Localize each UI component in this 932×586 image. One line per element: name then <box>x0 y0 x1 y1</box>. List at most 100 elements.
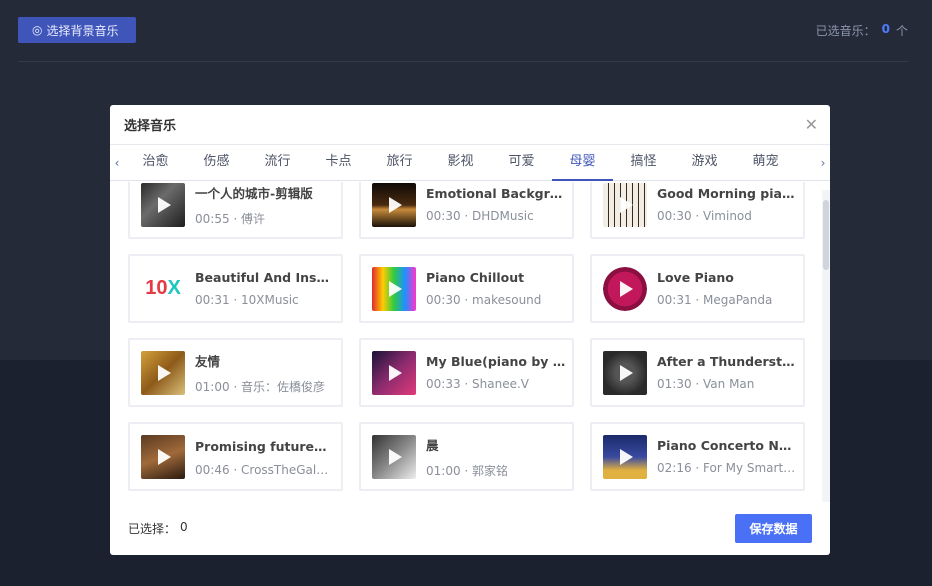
play-icon[interactable] <box>620 364 633 381</box>
play-icon[interactable] <box>389 280 402 297</box>
song-cover: 10X <box>141 266 185 311</box>
song-meta: Emotional Backgrou... 00:30 · DHDMusic <box>426 186 566 223</box>
song-title: Piano Concerto No. ... <box>657 438 797 453</box>
song-card[interactable]: Emotional Backgrou... 00:30 · DHDMusic <box>359 182 574 239</box>
play-icon[interactable] <box>620 448 633 465</box>
song-duration-artist: 01:00 · 音乐：佐橋俊彦 <box>195 379 326 394</box>
category-tabs: ‹ 浪漫治愈伤感流行卡点旅行影视可爱母婴搞怪游戏萌宠 › <box>110 145 830 181</box>
song-title: My Blue(piano by Je... <box>426 354 566 369</box>
song-cover <box>372 266 416 311</box>
song-card[interactable]: 一个人的城市-剪辑版 00:55 · 傅许 <box>128 182 343 239</box>
song-duration-artist: 02:16 · For My Smart B... <box>657 461 797 475</box>
song-duration-artist: 00:33 · Shanee.V <box>426 377 529 391</box>
select-background-music-button[interactable]: ◎ 选择背景音乐 <box>18 17 136 43</box>
song-duration-artist: 00:30 · DHDMusic <box>426 209 534 223</box>
selected-music-unit: 个 <box>895 24 908 38</box>
song-meta: After a Thunderstorm 01:30 · Van Man <box>657 354 797 391</box>
song-cover <box>603 434 647 479</box>
play-icon[interactable] <box>620 280 633 297</box>
play-icon[interactable] <box>158 448 171 465</box>
tab-item[interactable]: 流行 <box>247 145 308 181</box>
footer-selected-value: 0 <box>180 520 188 534</box>
song-title: Promising future（... <box>195 439 335 454</box>
footer-selected-count: 已选择： 0 <box>128 520 188 537</box>
song-duration-artist: 01:00 · 郭家铭 <box>426 463 509 478</box>
tab-item[interactable]: 旅行 <box>369 145 430 181</box>
song-meta: Promising future（... 00:46 · CrossTheGala… <box>195 436 335 477</box>
selected-music-count: 已选音乐： 0 个 <box>816 22 908 39</box>
song-card[interactable]: After a Thunderstorm 01:30 · Van Man <box>590 338 805 407</box>
selected-music-number: 0 <box>881 22 890 36</box>
song-card[interactable]: 10X Beautiful And Inspiri... 00:31 · 10XMu… <box>128 254 343 323</box>
song-title: Emotional Backgrou... <box>426 186 566 201</box>
song-meta: 一个人的城市-剪辑版 00:55 · 傅许 <box>195 183 335 227</box>
music-logo-icon: 10X <box>145 276 181 299</box>
song-cover <box>141 182 185 227</box>
song-meta: My Blue(piano by Je... 00:33 · Shanee.V <box>426 354 566 391</box>
scrollbar-thumb[interactable] <box>823 200 829 270</box>
song-meta: Piano Concerto No. ... 02:16 · For My Sma… <box>657 438 797 475</box>
tab-item[interactable]: 萌宠 <box>735 145 796 181</box>
song-cover <box>372 434 416 479</box>
song-card[interactable]: 晨 01:00 · 郭家铭 <box>359 422 574 491</box>
song-title: Beautiful And Inspiri... <box>195 270 335 285</box>
select-music-modal: 选择音乐 ✕ ‹ 浪漫治愈伤感流行卡点旅行影视可爱母婴搞怪游戏萌宠 › 一个人的… <box>110 105 830 555</box>
selected-music-prefix: 已选音乐： <box>815 24 876 38</box>
song-meta: Good Morning piano 00:30 · Viminod <box>657 186 797 223</box>
chevron-left-icon[interactable]: ‹ <box>110 145 124 181</box>
song-cover <box>372 182 416 227</box>
song-duration-artist: 00:31 · MegaPanda <box>657 293 773 307</box>
song-cover <box>141 434 185 479</box>
play-icon[interactable] <box>389 196 402 213</box>
song-card[interactable]: Promising future（... 00:46 · CrossTheGala… <box>128 422 343 491</box>
song-title: Good Morning piano <box>657 186 797 201</box>
song-duration-artist: 00:46 · CrossTheGalaxy <box>195 463 335 477</box>
tab-item[interactable]: 母婴 <box>552 145 613 181</box>
song-title: Piano Chillout <box>426 270 525 285</box>
song-grid: 一个人的城市-剪辑版 00:55 · 傅许 Emotional Backgrou..… <box>128 182 805 491</box>
song-duration-artist: 01:30 · Van Man <box>657 377 755 391</box>
play-icon[interactable] <box>389 448 402 465</box>
modal-footer: 已选择： 0 保存数据 <box>110 502 830 555</box>
modal-header: 选择音乐 ✕ <box>110 105 830 145</box>
chevron-right-icon[interactable]: › <box>816 145 830 181</box>
tab-item[interactable]: 伤感 <box>186 145 247 181</box>
song-duration-artist: 00:30 · Viminod <box>657 209 752 223</box>
play-icon[interactable] <box>620 196 633 213</box>
song-title: Love Piano <box>657 270 734 285</box>
save-data-button[interactable]: 保存数据 <box>735 514 812 543</box>
tab-item[interactable]: 可爱 <box>491 145 552 181</box>
top-bar: ◎ 选择背景音乐 已选音乐： 0 个 <box>0 0 932 62</box>
song-meta: Beautiful And Inspiri... 00:31 · 10XMusic <box>195 270 335 307</box>
play-icon[interactable] <box>389 364 402 381</box>
close-icon[interactable]: ✕ <box>805 116 818 133</box>
song-title: 一个人的城市-剪辑版 <box>195 185 313 201</box>
song-title: After a Thunderstorm <box>657 354 797 369</box>
song-card[interactable]: Piano Concerto No. ... 02:16 · For My Sma… <box>590 422 805 491</box>
modal-title: 选择音乐 <box>124 119 177 134</box>
song-card[interactable]: Love Piano 00:31 · MegaPanda <box>590 254 805 323</box>
select-background-music-label: 选择背景音乐 <box>46 23 119 38</box>
scrollbar[interactable] <box>822 190 830 502</box>
song-cover <box>603 266 647 311</box>
tab-item[interactable]: 卡点 <box>308 145 369 181</box>
song-title: 晨 <box>426 437 439 453</box>
song-card[interactable]: Piano Chillout 00:30 · makesound <box>359 254 574 323</box>
play-icon[interactable] <box>158 364 171 381</box>
tab-item[interactable]: 影视 <box>430 145 491 181</box>
tab-item[interactable]: 游戏 <box>674 145 735 181</box>
tab-item[interactable]: 搞怪 <box>613 145 674 181</box>
song-meta: 友情 01:00 · 音乐：佐橋俊彦 <box>195 351 335 395</box>
song-duration-artist: 00:30 · makesound <box>426 293 542 307</box>
song-meta: 晨 01:00 · 郭家铭 <box>426 435 566 479</box>
song-list: 一个人的城市-剪辑版 00:55 · 傅许 Emotional Backgrou..… <box>110 182 830 502</box>
song-card[interactable]: My Blue(piano by Je... 00:33 · Shanee.V <box>359 338 574 407</box>
tab-item[interactable]: 治愈 <box>125 145 186 181</box>
song-cover <box>603 182 647 227</box>
top-divider <box>18 61 908 62</box>
song-title: 友情 <box>195 353 221 369</box>
play-icon[interactable] <box>158 196 171 213</box>
song-card[interactable]: Good Morning piano 00:30 · Viminod <box>590 182 805 239</box>
song-card[interactable]: 友情 01:00 · 音乐：佐橋俊彦 <box>128 338 343 407</box>
song-meta: Love Piano 00:31 · MegaPanda <box>657 270 797 307</box>
